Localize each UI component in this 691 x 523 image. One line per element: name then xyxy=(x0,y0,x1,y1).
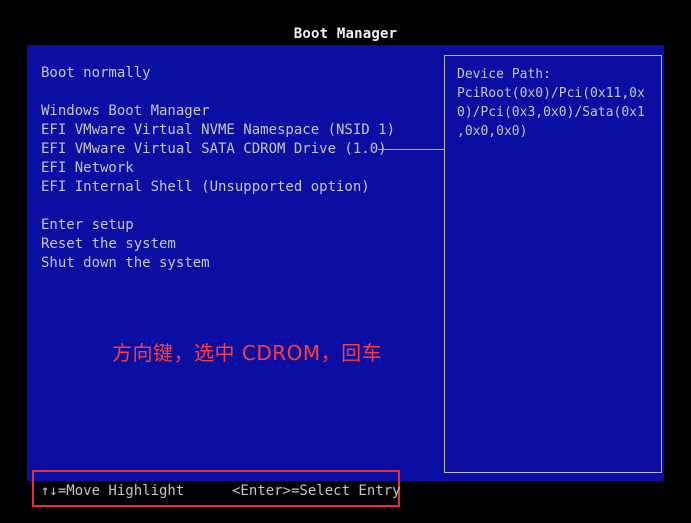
menu-item-shut-down[interactable]: Shut down the system xyxy=(41,254,395,273)
instruction-annotation: 方向键，选中 CDROM，回车 xyxy=(112,341,383,365)
device-info-panel: Device Path: PciRoot(0x0)/Pci(0x11,0x 0)… xyxy=(444,55,662,473)
menu-item-network[interactable]: EFI Network xyxy=(41,159,395,178)
menu-item-boot-normally[interactable]: Boot normally xyxy=(41,64,395,83)
window-title: Boot Manager xyxy=(293,26,398,42)
footer-move-hint: ↑↓=Move Highlight xyxy=(41,483,185,499)
menu-item-nvme[interactable]: EFI VMware Virtual NVME Namespace (NSID … xyxy=(41,121,395,140)
device-path-text: Device Path: PciRoot(0x0)/Pci(0x11,0x 0)… xyxy=(457,67,645,139)
menu-item-enter-setup[interactable]: Enter setup xyxy=(41,216,395,235)
footer-select-hint: <Enter>=Select Entry xyxy=(232,483,401,499)
boot-manager-screen: Boot Manager Boot normally Windows Boot … xyxy=(0,0,691,523)
menu-item-sata-cdrom[interactable]: EFI VMware Virtual SATA CDROM Drive (1.0… xyxy=(41,141,387,157)
menu-spacer xyxy=(41,83,395,102)
selection-connector-line xyxy=(378,149,444,150)
menu-item-internal-shell[interactable]: EFI Internal Shell (Unsupported option) xyxy=(41,178,395,197)
menu-spacer xyxy=(41,197,395,216)
menu-item-reset[interactable]: Reset the system xyxy=(41,235,395,254)
menu-item-windows-boot-manager[interactable]: Windows Boot Manager xyxy=(41,102,395,121)
boot-menu: Boot normally Windows Boot Manager EFI V… xyxy=(41,64,395,273)
